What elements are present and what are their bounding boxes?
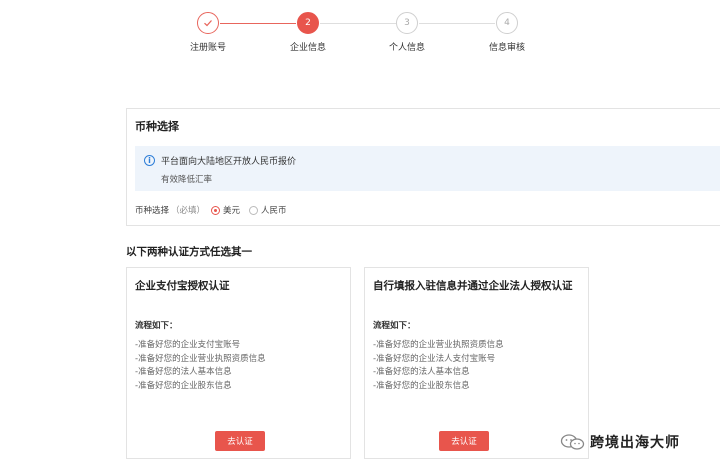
currency-card: 币种选择 i 平台面向大陆地区开放人民币报价 有效降低汇率 币种选择 （必填） … [126, 108, 720, 226]
step-number: 4 [496, 12, 518, 34]
step-label: 个人信息 [388, 43, 425, 53]
list-item: -准备好您的法人基本信息 [135, 367, 232, 377]
info-text: 平台面向大陆地区开放人民币报价 [161, 157, 297, 167]
process-title: 流程如下： [373, 321, 416, 331]
info-subtext: 有效降低汇率 [161, 175, 213, 185]
auth-card-title: 企业支付宝授权认证 [135, 280, 230, 292]
step-personal-info: 3 个人信息 [367, 12, 447, 53]
process-steps: -准备好您的企业支付宝账号 -准备好您的企业营业执照资质信息 -准备好您的法人基… [135, 339, 266, 393]
step-label: 企业信息 [289, 43, 326, 53]
currency-field-label: 币种选择 [135, 206, 170, 216]
auth-card-title: 自行填报入驻信息并通过企业法人授权认证 [373, 280, 573, 292]
process-steps: -准备好您的企业营业执照资质信息 -准备好您的企业法人支付宝账号 -准备好您的法… [373, 339, 504, 393]
process-title: 流程如下： [135, 321, 178, 331]
currency-card-title: 币种选择 [135, 120, 179, 133]
radio-rmb[interactable] [249, 205, 259, 215]
list-item: -准备好您的企业股东信息 [373, 380, 470, 391]
radio-usd-label[interactable]: 美元 [223, 204, 240, 216]
progress-stepper: 注册账号 2 企业信息 3 个人信息 4 信息审核 [0, 12, 720, 56]
step-number: 2 [297, 12, 319, 34]
radio-rmb-label[interactable]: 人民币 [261, 204, 287, 216]
legal-person-auth-card: 自行填报入驻信息并通过企业法人授权认证 流程如下： -准备好您的企业营业执照资质… [364, 267, 589, 459]
step-register-account: 注册账号 [168, 12, 248, 53]
auth-section-heading: 以下两种认证方式任选其一 [126, 246, 252, 258]
go-verify-button[interactable]: 去认证 [215, 431, 265, 451]
list-item: -准备好您的企业法人支付宝账号 [373, 353, 496, 364]
currency-field: 币种选择 （必填） 美元 人民币 [135, 204, 287, 216]
radio-usd[interactable] [211, 205, 221, 215]
step-info-review: 4 信息审核 [467, 12, 547, 53]
step-company-info: 2 企业信息 [268, 12, 348, 53]
step-number: 3 [396, 12, 418, 34]
go-verify-button[interactable]: 去认证 [439, 431, 489, 451]
step-label: 信息审核 [488, 43, 525, 53]
watermark: 跨境出海大师 [560, 432, 680, 452]
info-notice: i 平台面向大陆地区开放人民币报价 有效降低汇率 [135, 146, 720, 191]
list-item: -准备好您的企业营业执照资质信息 [373, 340, 504, 350]
alipay-auth-card: 企业支付宝授权认证 流程如下： -准备好您的企业支付宝账号 -准备好您的企业营业… [126, 267, 351, 459]
step-label: 注册账号 [189, 43, 226, 53]
info-icon: i [144, 155, 155, 166]
list-item: -准备好您的企业营业执照资质信息 [135, 353, 266, 364]
required-hint: （必填） [171, 206, 206, 216]
list-item: -准备好您的企业股东信息 [135, 380, 232, 391]
watermark-text: 跨境出海大师 [590, 435, 680, 451]
check-icon [197, 12, 219, 34]
list-item: -准备好您的法人基本信息 [373, 367, 470, 377]
list-item: -准备好您的企业支付宝账号 [135, 340, 241, 350]
wechat-icon [560, 433, 586, 451]
